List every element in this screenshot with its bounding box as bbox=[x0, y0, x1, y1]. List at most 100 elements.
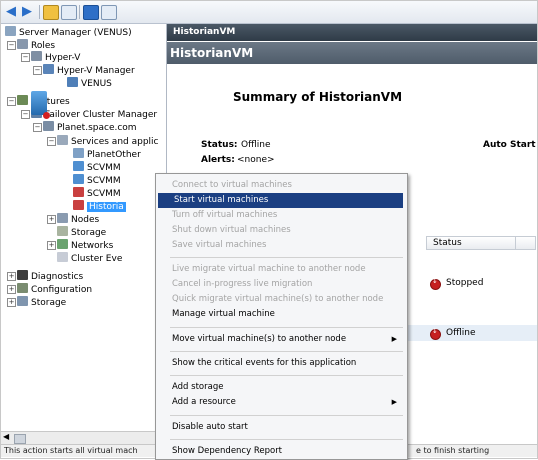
collapse-icon[interactable]: − bbox=[7, 41, 16, 50]
action-pane-icon[interactable] bbox=[101, 5, 117, 20]
menu-separator bbox=[170, 257, 403, 258]
menu-item-add-resource[interactable]: Add a resource ▶ bbox=[156, 395, 405, 410]
menu-item-connect[interactable]: Connect to virtual machines bbox=[156, 178, 405, 193]
tree-item-cluster[interactable]: Planet.space.com bbox=[43, 121, 137, 133]
tree-item-nodes[interactable]: Nodes bbox=[57, 213, 99, 225]
vm-icon bbox=[73, 174, 84, 184]
vm-icon bbox=[73, 161, 84, 171]
tree-item-venus[interactable]: VENUS bbox=[67, 77, 112, 89]
menu-item-move-vm[interactable]: Move virtual machine(s) to another node … bbox=[156, 332, 405, 347]
collapse-icon[interactable]: − bbox=[33, 66, 42, 75]
menu-item-manage-vm[interactable]: Manage virtual machine bbox=[156, 307, 405, 322]
summary-title: Summary of HistorianVM bbox=[233, 90, 403, 104]
stopped-status-icon bbox=[430, 277, 441, 290]
collapse-icon[interactable]: − bbox=[47, 137, 56, 146]
row-status-offline: Offline bbox=[446, 328, 476, 338]
storage-icon bbox=[57, 226, 68, 236]
expand-icon[interactable]: + bbox=[7, 285, 16, 294]
menu-item-show-critical-events[interactable]: Show the critical events for this applic… bbox=[156, 356, 405, 371]
menu-item-save[interactable]: Save virtual machines bbox=[156, 238, 405, 253]
vm-offline-icon bbox=[73, 200, 84, 210]
tree-item-networks[interactable]: Networks bbox=[57, 239, 113, 251]
submenu-arrow-icon: ▶ bbox=[391, 335, 397, 343]
auto-start-label: Auto Start bbox=[483, 140, 536, 150]
events-icon bbox=[57, 252, 68, 262]
menu-item-add-resource-label: Add a resource bbox=[172, 397, 236, 407]
scroll-thumb[interactable] bbox=[14, 434, 26, 444]
expand-icon[interactable]: + bbox=[47, 241, 56, 250]
networks-icon bbox=[57, 239, 68, 249]
tree-item-server-manager[interactable]: Server Manager (VENUS) bbox=[5, 26, 132, 38]
menu-item-shut-down[interactable]: Shut down virtual machines bbox=[156, 223, 405, 238]
menu-item-live-migrate[interactable]: Live migrate virtual machine to another … bbox=[156, 262, 405, 277]
show-hide-tree-icon[interactable] bbox=[61, 5, 77, 20]
services-icon bbox=[57, 135, 68, 145]
tree-item-services[interactable]: Services and applic bbox=[57, 135, 159, 147]
console-tree: Server Manager (VENUS) − Roles − Hyper-V… bbox=[1, 24, 167, 432]
collapse-icon[interactable]: − bbox=[21, 110, 30, 119]
tree-item-roles[interactable]: Roles bbox=[17, 39, 55, 51]
offline-status-icon bbox=[430, 327, 441, 340]
submenu-arrow-icon: ▶ bbox=[391, 398, 397, 406]
toolbar: ◀ ▶ bbox=[1, 1, 537, 24]
forward-arrow-icon[interactable]: ▶ bbox=[22, 5, 36, 18]
offline-badge-icon bbox=[43, 112, 50, 119]
alerts-label: Alerts: bbox=[201, 155, 235, 165]
tree-item-scvmm-1[interactable]: SCVMM bbox=[73, 161, 121, 173]
tree-item-storage[interactable]: Storage bbox=[57, 226, 106, 238]
menu-separator bbox=[170, 375, 403, 376]
menu-item-quick-migrate[interactable]: Quick migrate virtual machine(s) to anot… bbox=[156, 292, 405, 307]
back-arrow-icon[interactable]: ◀ bbox=[6, 5, 20, 18]
menu-item-start-vm[interactable]: Start virtual machines bbox=[158, 193, 403, 208]
hyperv-icon bbox=[31, 51, 42, 61]
collapse-icon[interactable]: − bbox=[33, 123, 42, 132]
menu-item-disable-auto-start[interactable]: Disable auto start bbox=[156, 420, 405, 435]
table-header: Status bbox=[426, 236, 536, 250]
collapse-icon[interactable]: − bbox=[21, 53, 30, 62]
tree-item-historianvm[interactable]: Historia bbox=[73, 200, 126, 212]
details-header: HistorianVM bbox=[167, 42, 537, 64]
tree-item-storage-root[interactable]: Storage bbox=[17, 296, 66, 308]
host-icon bbox=[67, 77, 78, 87]
tree-horizontal-scrollbar[interactable]: ◀ bbox=[1, 431, 166, 445]
tree-item-scvmm-2[interactable]: SCVMM bbox=[73, 174, 121, 186]
expand-icon[interactable]: + bbox=[7, 298, 16, 307]
cluster-icon bbox=[43, 121, 54, 131]
up-folder-icon[interactable] bbox=[43, 5, 59, 20]
features-icon bbox=[17, 95, 28, 105]
details-title-bar: HistorianVM bbox=[167, 24, 537, 41]
tree-item-hyperv[interactable]: Hyper-V bbox=[31, 51, 80, 63]
expand-icon[interactable]: + bbox=[47, 215, 56, 224]
menu-item-turn-off[interactable]: Turn off virtual machines bbox=[156, 208, 405, 223]
menu-item-show-dependency-report[interactable]: Show Dependency Report bbox=[156, 444, 405, 459]
tree-item-hyperv-manager[interactable]: Hyper-V Manager bbox=[43, 64, 135, 76]
column-header-status[interactable]: Status bbox=[433, 238, 462, 248]
vm-offline-icon bbox=[73, 187, 84, 197]
menu-separator bbox=[170, 327, 403, 328]
menu-item-cancel-live-migration[interactable]: Cancel in-progress live migration bbox=[156, 277, 405, 292]
collapse-icon[interactable]: − bbox=[7, 97, 16, 106]
status-bar-text-right: e to finish starting bbox=[416, 446, 490, 455]
application-icon bbox=[73, 148, 84, 158]
tree-item-configuration[interactable]: Configuration bbox=[17, 283, 92, 295]
context-menu: Connect to virtual machines Start virtua… bbox=[155, 173, 408, 460]
tree-item-diagnostics[interactable]: Diagnostics bbox=[17, 270, 83, 282]
scroll-left-icon[interactable]: ◀ bbox=[3, 432, 9, 441]
tree-item-scvmm-3[interactable]: SCVMM bbox=[73, 187, 121, 199]
tree-item-cluster-events[interactable]: Cluster Eve bbox=[57, 252, 122, 264]
nodes-icon bbox=[57, 213, 68, 223]
help-icon[interactable] bbox=[83, 5, 99, 20]
diagnostics-icon bbox=[17, 270, 28, 280]
menu-separator bbox=[170, 439, 403, 440]
alerts-value: <none> bbox=[237, 155, 275, 165]
server-icon bbox=[5, 26, 16, 36]
menu-item-add-storage[interactable]: Add storage bbox=[156, 380, 405, 395]
status-label: Status: bbox=[201, 140, 238, 150]
tree-item-planetother[interactable]: PlanetOther bbox=[73, 148, 141, 160]
expand-icon[interactable]: + bbox=[7, 272, 16, 281]
roles-icon bbox=[17, 39, 28, 49]
row-status-stopped: Stopped bbox=[446, 278, 484, 288]
status-value: Offline bbox=[241, 140, 271, 150]
status-bar-text-left: This action starts all virtual mach bbox=[4, 446, 138, 455]
menu-separator bbox=[170, 415, 403, 416]
